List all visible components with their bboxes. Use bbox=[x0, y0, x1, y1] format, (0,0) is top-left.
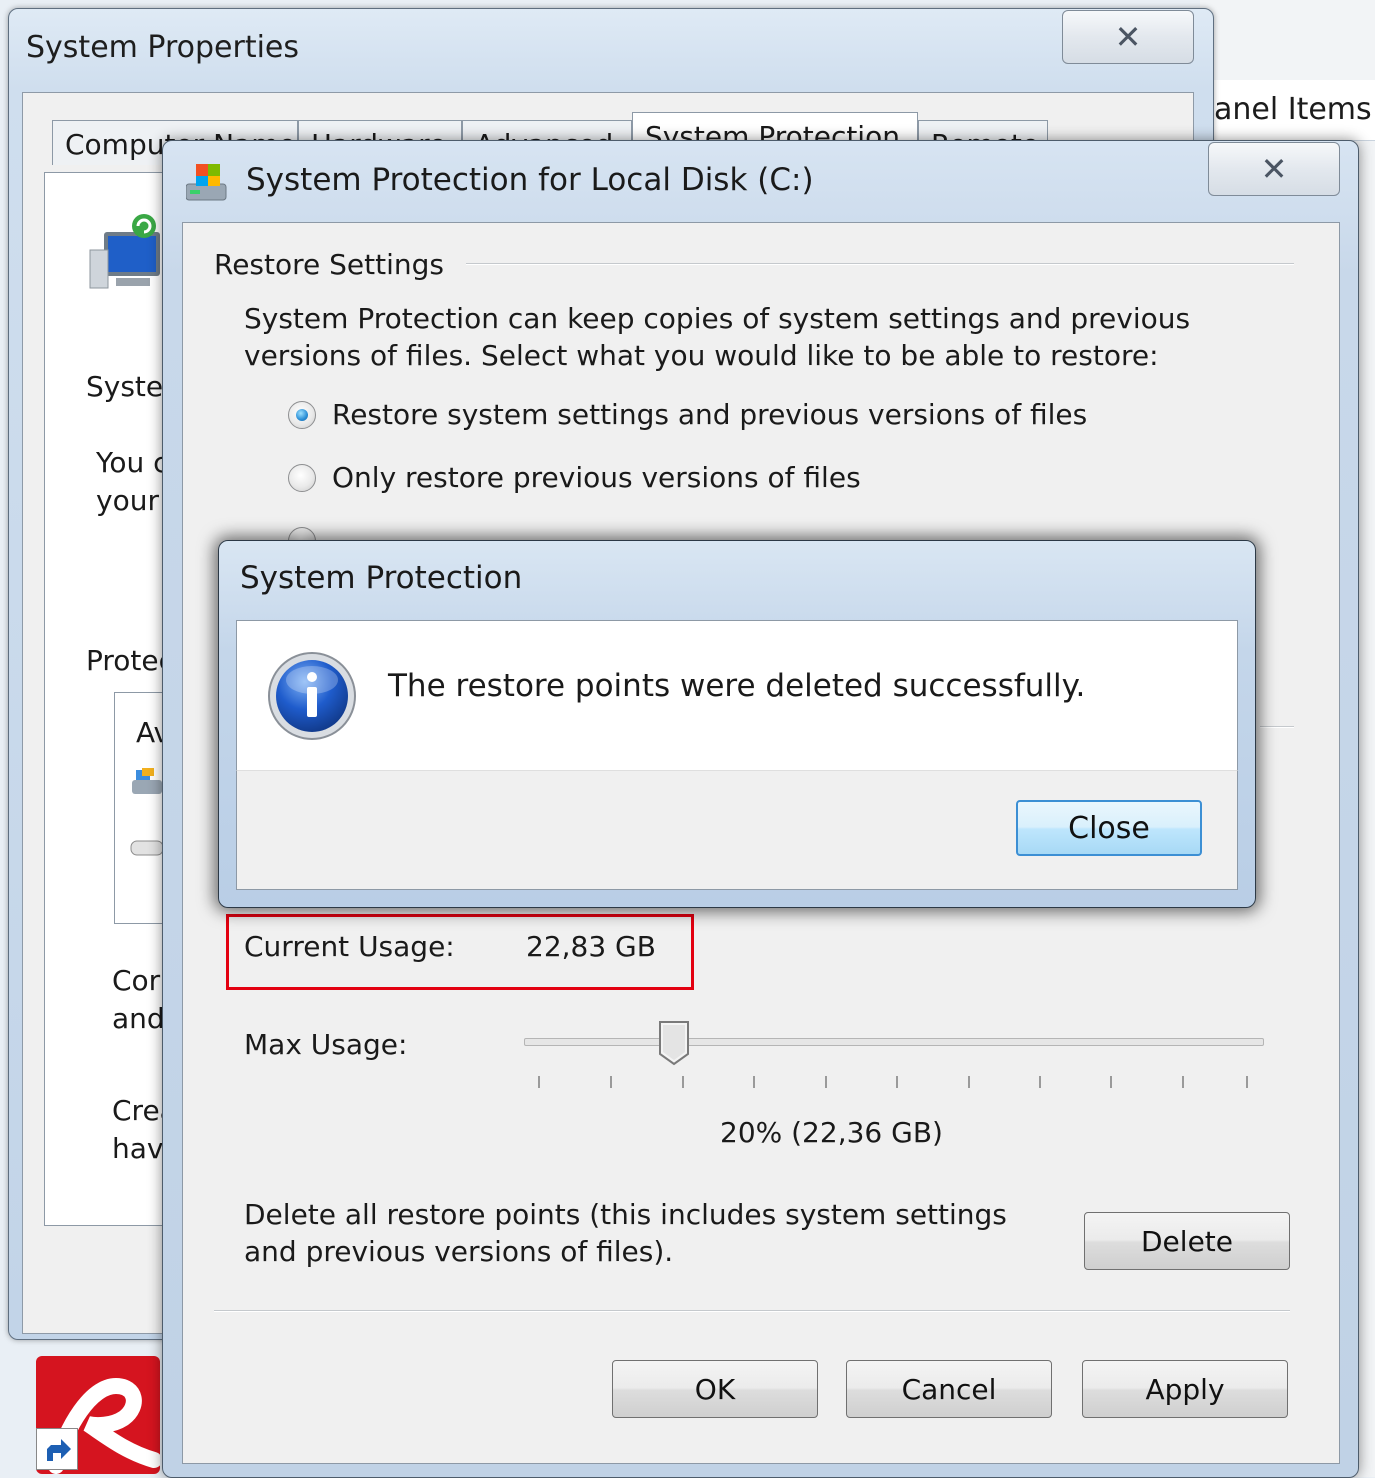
max-usage-slider-thumb[interactable] bbox=[658, 1020, 690, 1066]
system-protection-title-icon bbox=[185, 160, 230, 202]
drive-icon bbox=[130, 766, 164, 800]
restore-settings-group-label: Restore Settings bbox=[214, 248, 444, 281]
slider-tick bbox=[896, 1076, 898, 1088]
disk-space-divider bbox=[1260, 726, 1294, 728]
slider-tick bbox=[682, 1076, 684, 1088]
restore-settings-description-1: System Protection can keep copies of sys… bbox=[244, 302, 1191, 335]
slider-tick bbox=[538, 1076, 540, 1088]
slider-tick bbox=[1110, 1076, 1112, 1088]
delete-button[interactable]: Delete bbox=[1084, 1212, 1290, 1270]
restore-settings-divider bbox=[466, 263, 1294, 265]
max-usage-label: Max Usage: bbox=[244, 1028, 408, 1061]
slider-tick bbox=[1182, 1076, 1184, 1088]
bg-configure-text-1: Cor bbox=[112, 964, 161, 997]
restore-settings-description-2: versions of files. Select what you would… bbox=[244, 339, 1159, 372]
slider-tick bbox=[968, 1076, 970, 1088]
delete-description-1: Delete all restore points (this includes… bbox=[244, 1198, 1007, 1231]
delete-description-2: and previous versions of files). bbox=[244, 1235, 674, 1268]
slider-tick bbox=[753, 1076, 755, 1088]
ok-button[interactable]: OK bbox=[612, 1360, 818, 1418]
slider-tick bbox=[1246, 1076, 1248, 1088]
slider-tick bbox=[825, 1076, 827, 1088]
cancel-button[interactable]: Cancel bbox=[846, 1360, 1052, 1418]
system-properties-title: System Properties bbox=[26, 30, 300, 65]
close-icon: ✕ bbox=[1260, 150, 1288, 188]
message-box-title: System Protection bbox=[240, 560, 523, 596]
bg-protection-text: Protec bbox=[86, 644, 175, 677]
max-usage-slider-track[interactable] bbox=[524, 1038, 1264, 1046]
restore-files-only-label[interactable]: Only restore previous versions of files bbox=[332, 461, 861, 494]
shortcut-arrow-icon bbox=[36, 1428, 78, 1470]
bg-create-text-2: hav bbox=[112, 1132, 164, 1165]
current-usage-label: Current Usage: bbox=[244, 930, 455, 963]
slider-tick bbox=[610, 1076, 612, 1088]
current-usage-value: 22,83 GB bbox=[526, 930, 656, 963]
message-box-text: The restore points were deleted successf… bbox=[388, 668, 1086, 704]
info-icon bbox=[266, 650, 358, 742]
system-protection-dialog-close-button[interactable]: ✕ bbox=[1208, 142, 1340, 196]
system-properties-close-button[interactable]: ✕ bbox=[1062, 10, 1194, 64]
message-box-close-button[interactable]: Close bbox=[1016, 800, 1202, 856]
max-usage-value: 20% (22,36 GB) bbox=[720, 1116, 943, 1149]
bg-configure-text-2: and bbox=[112, 1002, 165, 1035]
apply-button[interactable]: Apply bbox=[1082, 1360, 1288, 1418]
system-protection-dialog-title: System Protection for Local Disk (C:) bbox=[246, 162, 814, 198]
restore-files-only-radio[interactable] bbox=[288, 464, 316, 492]
system-protection-computer-icon bbox=[86, 212, 166, 296]
drive-icon bbox=[130, 838, 164, 858]
control-panel-title-fragment: anel Items bbox=[1214, 92, 1372, 127]
buttons-divider bbox=[214, 1310, 1290, 1312]
slider-tick bbox=[1039, 1076, 1041, 1088]
bg-you-text-1: You c bbox=[96, 446, 169, 479]
close-icon: ✕ bbox=[1114, 18, 1142, 56]
restore-system-and-files-radio[interactable] bbox=[288, 401, 316, 429]
restore-system-and-files-label[interactable]: Restore system settings and previous ver… bbox=[332, 398, 1087, 431]
